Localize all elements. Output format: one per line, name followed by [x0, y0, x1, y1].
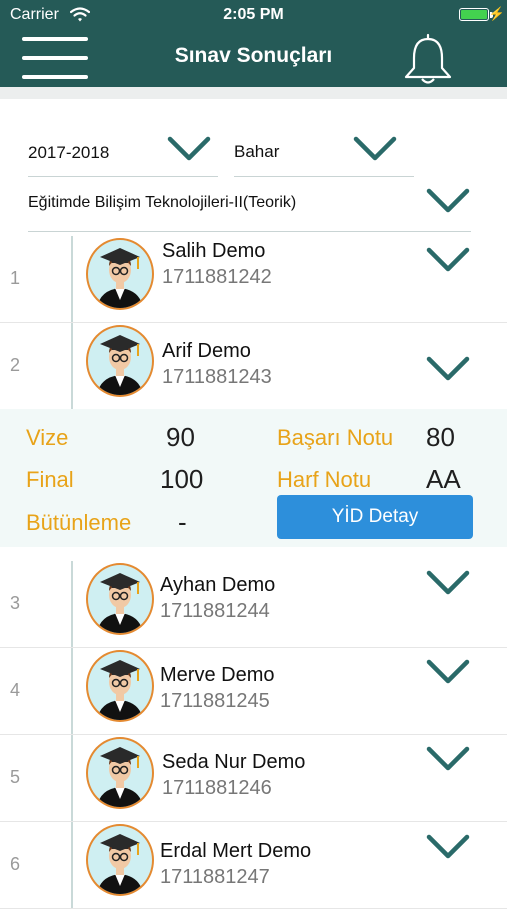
list-item[interactable]: 3 Ayhan Demo 1711881244: [0, 561, 507, 648]
student-id: 1711881245: [160, 690, 270, 712]
student-id: 1711881246: [162, 777, 272, 799]
student-id: 1711881244: [160, 600, 270, 622]
year-chevron-down-icon[interactable]: [166, 134, 212, 164]
term-value: Bahar: [234, 142, 280, 161]
student-name: Erdal Mert Demo: [160, 840, 312, 862]
row-divider: [71, 735, 73, 821]
row-divider: [71, 323, 73, 409]
butunleme-value: -: [178, 507, 187, 537]
term-chevron-down-icon[interactable]: [352, 134, 398, 164]
avatar: [86, 325, 154, 397]
status-time: 2:05 PM: [223, 6, 284, 23]
harf-notu-label: Harf Notu: [277, 467, 372, 492]
list-item[interactable]: 1 Salih Demo 1711881242: [0, 236, 507, 323]
student-name: Merve Demo: [160, 664, 275, 686]
vize-value: 90: [166, 422, 195, 452]
yid-detay-button[interactable]: YİD Detay: [277, 495, 473, 539]
row-number: 4: [10, 680, 21, 700]
avatar: [86, 238, 154, 310]
expand-chevron-icon[interactable]: [425, 354, 471, 384]
list-item[interactable]: 5 Seda Nur Demo 1711881246: [0, 735, 507, 822]
avatar: [86, 824, 154, 896]
row-number: 1: [10, 268, 21, 288]
basari-notu-label: Başarı Notu: [277, 425, 394, 450]
list-item[interactable]: 2 Arif Demo 1711881243: [0, 323, 507, 410]
year-value: 2017-2018: [28, 143, 110, 162]
basari-notu-value: 80: [426, 422, 455, 452]
student-name: Salih Demo: [162, 240, 266, 262]
avatar: [86, 563, 154, 635]
row-number: 2: [10, 355, 21, 375]
row-number: 5: [10, 767, 21, 787]
status-bar: Carrier 2:05 PM ⚡: [0, 0, 507, 30]
avatar: [86, 737, 154, 809]
vize-label: Vize: [26, 425, 69, 450]
header-separator: [0, 87, 507, 99]
student-name: Arif Demo: [162, 340, 251, 362]
nav-bar: Sınav Sonuçları: [0, 30, 507, 87]
harf-notu-value: AA: [426, 464, 461, 494]
bell-icon[interactable]: [402, 32, 454, 86]
row-number: 3: [10, 593, 21, 613]
grade-detail-panel: Vize 90 Başarı Notu 80 Final 100 Harf No…: [0, 409, 507, 547]
expand-chevron-icon[interactable]: [425, 744, 471, 774]
list-item[interactable]: 6 Erdal Mert Demo 1711881247: [0, 822, 507, 909]
student-id: 1711881243: [162, 366, 272, 388]
student-name: Seda Nur Demo: [162, 751, 306, 773]
avatar: [86, 650, 154, 722]
final-value: 100: [160, 464, 204, 494]
battery-icon: [459, 8, 489, 21]
charging-icon: ⚡: [488, 6, 505, 21]
student-name: Ayhan Demo: [160, 574, 276, 596]
row-number: 6: [10, 854, 21, 874]
expand-chevron-icon[interactable]: [425, 832, 471, 862]
course-dropdown[interactable]: Eğitimde Bilişim Teknolojileri-II(Teorik…: [28, 183, 471, 233]
row-divider: [71, 648, 73, 734]
expand-chevron-icon[interactable]: [425, 657, 471, 687]
expand-chevron-icon[interactable]: [425, 568, 471, 598]
course-chevron-down-icon[interactable]: [425, 186, 471, 216]
row-divider: [71, 561, 73, 647]
list-item[interactable]: 4 Merve Demo 1711881245: [0, 648, 507, 735]
butunleme-label: Bütünleme: [26, 510, 132, 535]
course-value: Eğitimde Bilişim Teknolojileri-II(Teorik…: [28, 194, 297, 211]
student-id: 1711881242: [162, 266, 272, 288]
expand-chevron-icon[interactable]: [425, 245, 471, 275]
student-id: 1711881247: [160, 866, 270, 888]
final-label: Final: [26, 467, 74, 492]
row-divider: [71, 822, 73, 908]
row-divider: [71, 236, 73, 322]
